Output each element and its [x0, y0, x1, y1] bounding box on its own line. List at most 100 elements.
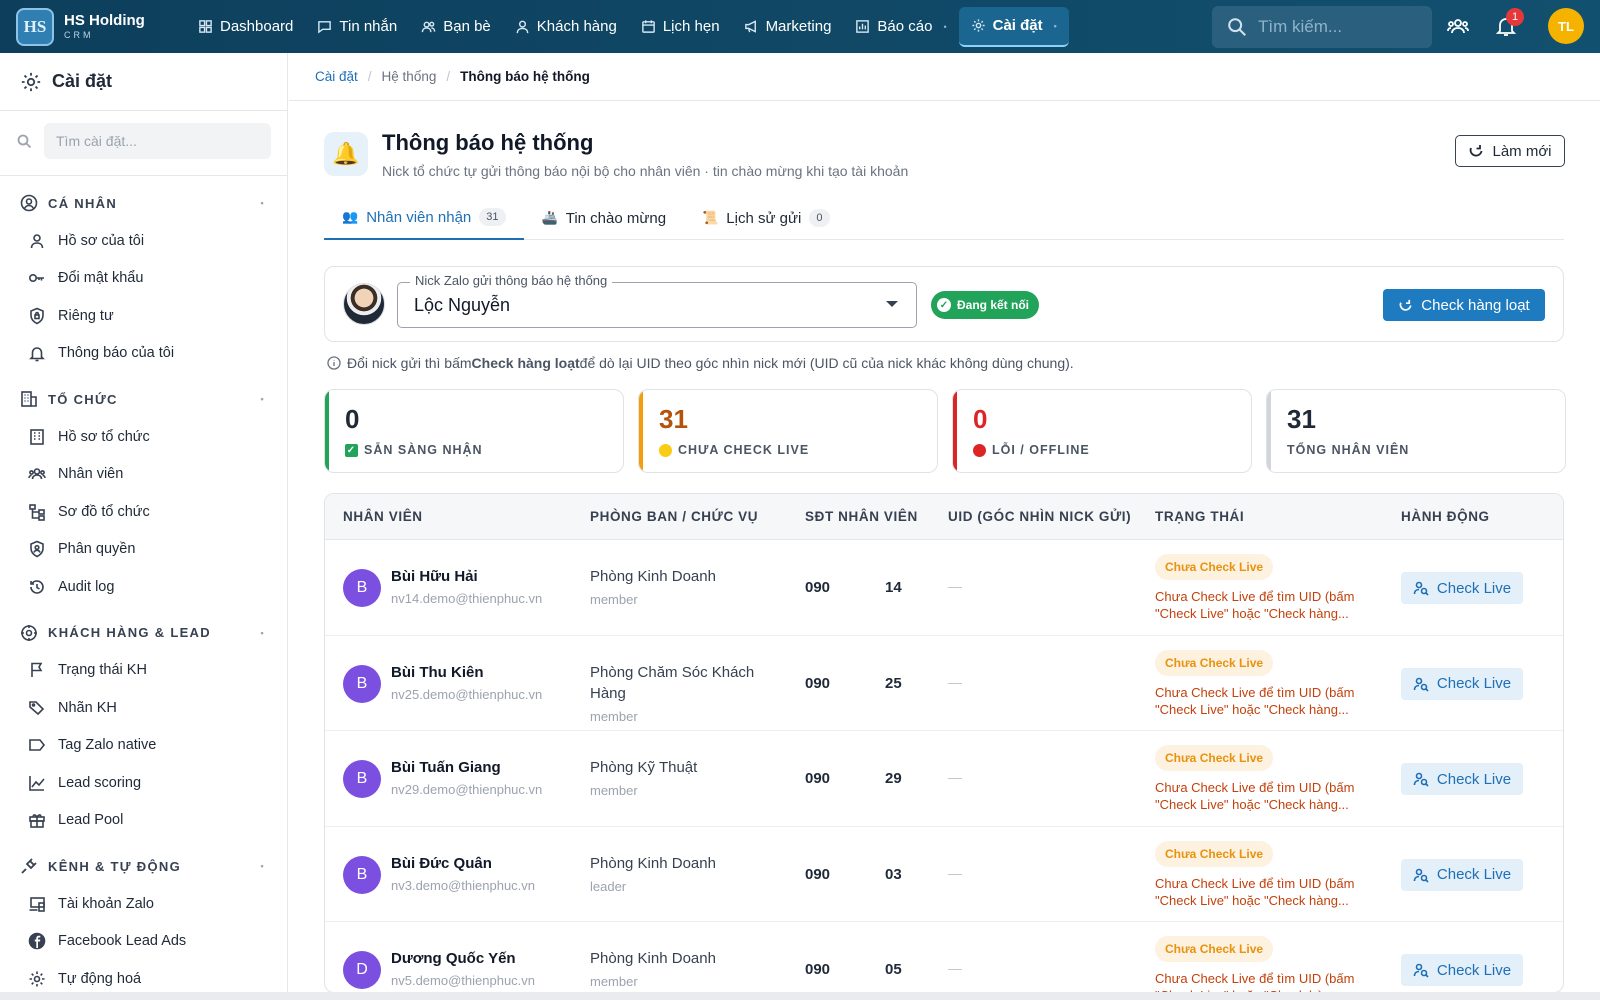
check-live-label: Check Live [1436, 675, 1512, 692]
collapse-dot-icon[interactable]: • [261, 861, 265, 871]
nav-dashboard[interactable]: Dashboard [186, 7, 305, 47]
check-live-button[interactable]: Check Live [1401, 763, 1523, 795]
sidebar-item-permissions[interactable]: Phân quyền [0, 531, 287, 569]
sidebar-item-change-password[interactable]: Đổi mật khẩu [0, 260, 287, 298]
check-live-button[interactable]: Check Live [1401, 954, 1523, 986]
check-live-button[interactable]: Check Live [1401, 858, 1523, 891]
stat-ready: 0 ✓ SẴN SÀNG NHẬN [324, 389, 624, 473]
nav-messages[interactable]: Tin nhắn [305, 7, 409, 47]
team-icon[interactable] [1446, 14, 1472, 40]
sidebar-item-audit-log[interactable]: Audit log [0, 568, 287, 606]
search-icon [16, 133, 32, 149]
check-live-button[interactable]: Check Live [1401, 667, 1523, 700]
gear-icon [28, 970, 46, 988]
key-icon [28, 269, 46, 287]
col-employee[interactable]: NHÂN VIÊN [343, 509, 423, 524]
employee-role: member [590, 708, 638, 724]
tab-count: 0 [809, 209, 830, 227]
sidebar-item-automation[interactable]: Tự động hoá [0, 960, 287, 993]
sidebar-item-facebook-lead-ads[interactable]: Facebook Lead Ads [0, 923, 287, 961]
stat-label: SẴN SÀNG NHẬN [364, 443, 483, 457]
phone-suffix: 25 [885, 674, 902, 692]
stat-number: 31 [659, 404, 688, 434]
sidebar-item-org-chart[interactable]: Sơ đồ tổ chức [0, 493, 287, 531]
section-customers-leads[interactable]: KHÁCH HÀNG & LEAD • [0, 614, 287, 652]
zalo-sender-legend: Nick Zalo gửi thông báo hệ thống [410, 273, 613, 288]
sidebar-item-org-profile[interactable]: Hồ sơ tổ chức [0, 418, 287, 456]
nav-customers[interactable]: Khách hàng [503, 7, 629, 47]
users-icon: 👥 [342, 209, 359, 224]
tags-icon [28, 699, 46, 717]
stat-error: 0 LỖI / OFFLINE [952, 389, 1252, 473]
user-search-icon [1413, 867, 1429, 883]
user-avatar[interactable]: TL [1548, 8, 1584, 44]
tab-recipients[interactable]: 👥 Nhân viên nhận 31 [324, 196, 524, 240]
breadcrumb-separator: / [446, 69, 451, 84]
employee-role: leader [590, 878, 627, 894]
nav-appointments[interactable]: Lịch hẹn [629, 7, 732, 47]
facebook-icon [28, 932, 46, 950]
sidebar-title: Cài đặt [0, 53, 287, 111]
hint-bold: Check hàng loạt [471, 355, 580, 371]
sidebar-item-lead-pool[interactable]: Lead Pool [0, 802, 287, 840]
global-search-placeholder: Tìm kiếm... [1258, 17, 1343, 36]
check-live-label: Check Live [1436, 579, 1512, 597]
col-uid[interactable]: UID (GÓC NHÌN NICK GỬI) [948, 509, 1131, 524]
connection-status-badge: ✓ Đang kết nối [931, 291, 1040, 319]
stat-unchecked: 31 CHƯA CHECK LIVE [638, 389, 938, 473]
org-chart-icon [28, 503, 46, 521]
sidebar-item-customer-status[interactable]: Trạng thái KH [0, 652, 287, 690]
brand[interactable]: HS HS Holding CRM [16, 7, 176, 46]
check-live-button[interactable]: Check Live [1401, 572, 1523, 604]
stat-accent [639, 390, 643, 472]
gear-icon [20, 71, 42, 93]
section-personal[interactable]: CÁ NHÂN • [0, 184, 287, 222]
sidebar-item-my-notifications[interactable]: Thông báo của tôi [0, 335, 287, 373]
zalo-sender-select[interactable]: Nick Zalo gửi thông báo hệ thống Lộc Ngu… [397, 273, 917, 328]
user-icon [28, 232, 46, 250]
sidebar-item-customer-labels[interactable]: Nhãn KH [0, 689, 287, 727]
collapse-dot-icon[interactable]: • [261, 198, 265, 208]
sidebar-item-label: Lead scoring [58, 774, 142, 791]
flag-icon [28, 661, 46, 679]
sidebar-item-zalo-tags[interactable]: Tag Zalo native [0, 727, 287, 765]
user-icon [515, 19, 530, 34]
sidebar-item-privacy[interactable]: Riêng tư [0, 297, 287, 335]
global-search[interactable]: Tìm kiếm... [1212, 6, 1432, 48]
nav-friends[interactable]: Bạn bè [409, 7, 503, 47]
main-content: Cài đặt / Hệ thống / Thông báo hệ thống … [289, 53, 1600, 993]
user-circle-icon [20, 194, 38, 212]
settings-search-input[interactable]: Tìm cài đặt... [44, 123, 271, 159]
tab-send-history[interactable]: 📜 Lịch sử gửi 0 [684, 196, 847, 240]
table-row: B Bùi Tuấn Giang nv29.demo@thienphuc.vn Phò… [325, 731, 1563, 827]
collapse-dot-icon[interactable]: • [261, 394, 265, 404]
breadcrumb-system[interactable]: Hệ thống [382, 69, 437, 84]
section-organization[interactable]: TỔ CHỨC • [0, 380, 287, 418]
user-search-icon [1413, 962, 1429, 978]
section-channels-automation[interactable]: KÊNH & TỰ ĐỘNG • [0, 847, 287, 885]
sidebar-item-zalo-accounts[interactable]: Tài khoản Zalo [0, 885, 287, 923]
nav-settings[interactable]: Cài đặt • [958, 6, 1069, 47]
sidebar-item-label: Facebook Lead Ads [58, 933, 187, 950]
col-status[interactable]: TRẠNG THÁI [1155, 509, 1244, 524]
collapse-dot-icon[interactable]: • [261, 628, 265, 638]
nav-reports[interactable]: Báo cáo • [843, 7, 958, 47]
sidebar-item-employees[interactable]: Nhân viên [0, 456, 287, 494]
bulk-check-button[interactable]: Check hàng loạt [1383, 289, 1545, 321]
breadcrumb-settings[interactable]: Cài đặt [315, 69, 358, 84]
horizontal-scrollbar[interactable] [0, 992, 1600, 1000]
sidebar-item-label: Phân quyền [58, 541, 136, 558]
refresh-button[interactable]: Làm mới [1455, 135, 1565, 167]
col-department[interactable]: PHÒNG BAN / CHỨC VỤ [590, 509, 758, 524]
col-phone[interactable]: SĐT NHÂN VIÊN [805, 509, 918, 524]
sidebar-item-lead-scoring[interactable]: Lead scoring [0, 764, 287, 802]
stat-number: 0 [973, 404, 988, 434]
nav-marketing[interactable]: Marketing [732, 7, 844, 47]
users-icon [28, 465, 46, 483]
target-icon [20, 624, 38, 642]
sidebar-item-my-profile[interactable]: Hồ sơ của tôi [0, 222, 287, 260]
tab-welcome-message[interactable]: 🚢 Tin chào mừng [524, 196, 685, 240]
employee-avatar: B [343, 760, 381, 798]
status-text: Chưa Check Live để tìm UID (bấm "Check L… [1155, 684, 1355, 717]
phone-prefix: 090 [805, 770, 831, 787]
